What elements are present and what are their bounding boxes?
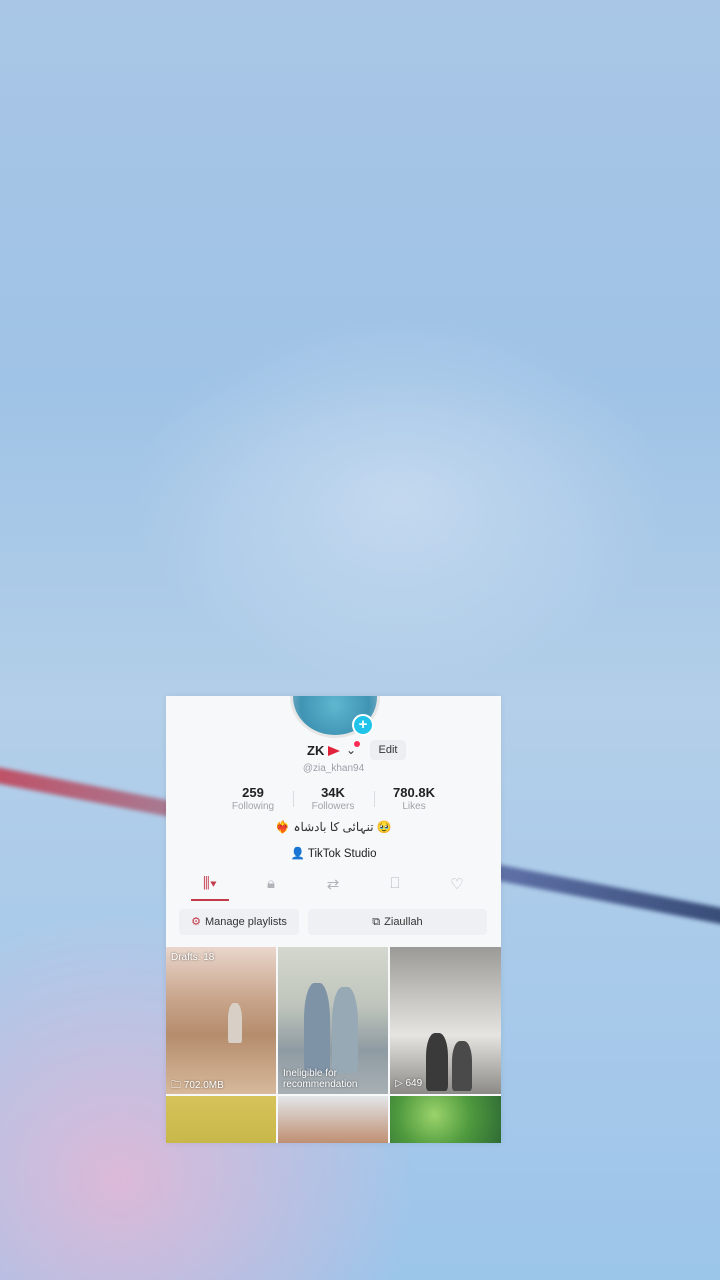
stat-followers[interactable]: 34K Followers (293, 785, 373, 812)
view-count: 649 (405, 1078, 423, 1089)
notification-dot-icon (354, 741, 360, 747)
manage-playlists-label: Manage playlists (204, 916, 287, 928)
size-value: 702.0MB (183, 1080, 224, 1091)
tiktok-studio-link[interactable]: 👤 TikTok Studio (166, 846, 501, 860)
stat-label: Following (231, 801, 275, 812)
add-story-icon[interactable]: + (352, 714, 374, 736)
profile-bio: ❤️‍🔥 تنہائی کا بادشاہ 🥹 (275, 820, 392, 834)
edit-button[interactable]: Edit (370, 740, 406, 760)
stats-row: 259 Following 34K Followers 780.8K Likes (216, 785, 451, 815)
person-figure (332, 987, 358, 1073)
stat-value: 259 (242, 785, 264, 800)
person-figure (426, 1033, 448, 1091)
stat-following[interactable]: 259 Following (213, 785, 293, 812)
ineligible-label: Ineligible for recommendation (283, 1068, 358, 1090)
video-grid: Drafts: 18 🗀 702.0MB Ineligible for reco… (166, 947, 501, 1143)
stat-label: Followers (311, 801, 355, 812)
bookmark-icon[interactable]: ⎕ (380, 875, 410, 897)
videos-icon[interactable]: ⫼▾ (195, 875, 225, 897)
drafts-label: Drafts: 18 (171, 952, 215, 963)
heart-icon[interactable]: ♡ (442, 875, 472, 897)
video-thumbnail[interactable]: ▷ 649 (390, 947, 501, 1094)
stat-likes[interactable]: 780.8K Likes (374, 785, 454, 812)
person-figure (452, 1041, 472, 1091)
person-figure (228, 1003, 242, 1043)
video-thumbnail-drafts[interactable]: Drafts: 18 🗀 702.0MB (166, 947, 276, 1094)
profile-name: ZK (307, 743, 325, 758)
view-count-label: ▷ 649 (395, 1078, 423, 1089)
video-thumbnail[interactable] (390, 1096, 501, 1143)
lock-icon[interactable]: 🔒︎ (256, 875, 286, 897)
profile-panel: + ZK ⌄ Edit @zia_khan94 259 Following 34… (166, 696, 501, 1143)
playlist-buttons: ⚙ Manage playlists ⧉ Ziaullah (179, 909, 489, 935)
flag-icon (328, 746, 340, 756)
studio-label: TikTok Studio (307, 848, 377, 860)
stat-value: 34K (321, 785, 345, 800)
person-figure (304, 983, 330, 1073)
video-thumbnail[interactable] (166, 1096, 276, 1143)
draft-size-label: 🗀 702.0MB (171, 1080, 224, 1091)
name-row: ZK ⌄ Edit (166, 740, 501, 761)
playlist-button[interactable]: ⧉ Ziaullah (308, 909, 487, 935)
active-tab-indicator (191, 899, 229, 901)
playlist-icon: ⧉ (372, 916, 381, 928)
profile-handle: @zia_khan94 (302, 763, 365, 774)
playlist-label: Ziaullah (384, 916, 423, 928)
video-thumbnail[interactable]: Ineligible for recommendation (278, 947, 388, 1094)
stat-label: Likes (402, 801, 426, 812)
manage-playlists-button[interactable]: ⚙ Manage playlists (179, 909, 299, 935)
stat-value: 780.8K (393, 785, 435, 800)
repost-icon[interactable]: ⇄ (318, 875, 348, 897)
video-thumbnail[interactable] (278, 1096, 388, 1143)
gear-icon: ⚙ (191, 916, 201, 928)
content-tabs: ⫼▾ 🔒︎ ⇄ ⎕ ♡ (166, 872, 501, 902)
studio-icon: 👤 (290, 848, 305, 860)
